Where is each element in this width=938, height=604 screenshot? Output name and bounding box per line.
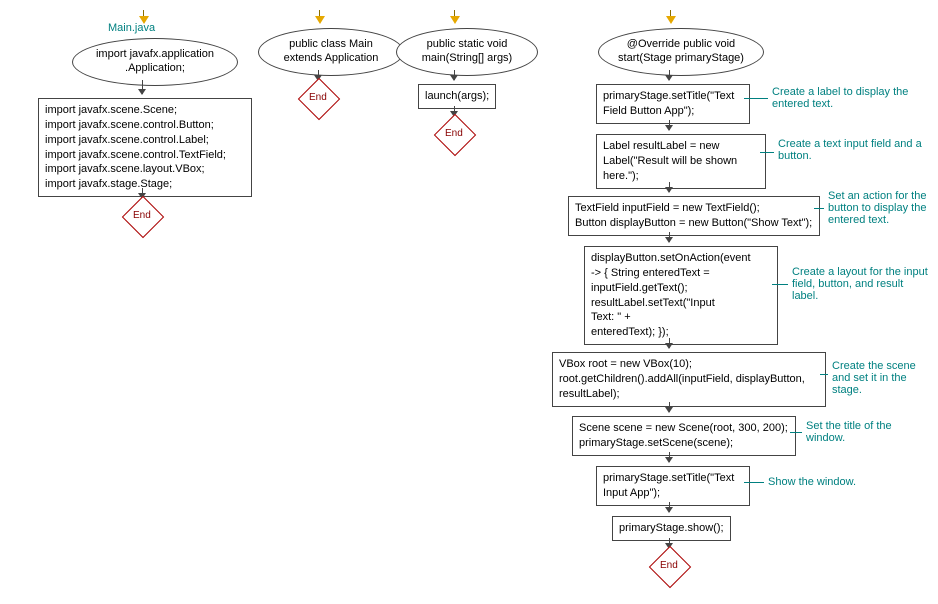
col4-step8: primaryStage.show(); [612,516,731,541]
step7-text: primaryStage.setTitle("Text Input App"); [603,472,734,499]
col4-step2: Label resultLabel = new Label("Result wi… [596,134,766,189]
step5-text: VBox root = new VBox(10); root.getChildr… [559,358,805,400]
arrow-down-icon [669,402,670,412]
col3-ellipse-text: public static void main(String[] args) [422,38,512,66]
annot-connector [820,374,828,376]
col1-title: Main.java [108,22,155,34]
col2-end: End [304,84,332,112]
start-arrow-icon [315,16,325,24]
annot6: Set the title of the window. [806,420,930,444]
annot7: Show the window. [768,476,856,488]
col1-imports-box: import javafx.scene.Scene; import javafx… [38,98,252,197]
col4-step4: displayButton.setOnAction(event -> { Str… [584,246,778,345]
annot-connector [814,208,824,210]
col4-step6: Scene scene = new Scene(root, 300, 200);… [572,416,796,456]
annot-connector [760,152,774,154]
annot2: Create a text input field and a button. [778,138,930,162]
col2-ellipse: public class Main extends Application [258,28,404,76]
col4-step7: primaryStage.setTitle("Text Input App"); [596,466,750,506]
annot4: Create a layout for the input field, but… [792,266,930,302]
arrow-down-icon [669,502,670,512]
start-arrow-icon [450,16,460,24]
col1-end: End [128,202,156,230]
annot-connector [790,432,802,434]
arrow-down-icon [142,80,143,94]
step1-text: primaryStage.setTitle("Text Field Button… [603,90,734,117]
col1-ellipse-text: import javafx.application .Application; [96,48,214,76]
arrow-down-icon [669,120,670,130]
col1-ellipse: import javafx.application .Application; [72,38,238,86]
step3-text: TextField inputField = new TextField(); … [575,202,812,229]
annot3: Set an action for the button to display … [828,190,930,226]
col3-end: End [440,120,468,148]
end-label: End [133,210,151,221]
step8-text: primaryStage.show(); [619,522,724,534]
annot-connector [744,482,764,484]
arrow-down-icon [669,70,670,80]
annot1: Create a label to display the entered te… [772,86,930,110]
col3-ellipse: public static void main(String[] args) [396,28,538,76]
end-label: End [445,128,463,139]
annot-connector [772,284,788,286]
col1-imports-text: import javafx.scene.Scene; import javafx… [45,104,226,190]
arrow-down-icon [669,182,670,192]
arrow-down-icon [454,70,455,80]
arrow-down-icon [669,452,670,462]
col4-step3: TextField inputField = new TextField(); … [568,196,820,236]
annot5: Create the scene and set it in the stage… [832,360,930,396]
arrow-down-icon [669,232,670,242]
col4-ellipse: @Override public void start(Stage primar… [598,28,764,76]
step6-text: Scene scene = new Scene(root, 300, 200);… [579,422,788,449]
col3-code-box: launch(args); [418,84,496,109]
flowchart-root: Main.java import javafx.application .App… [8,8,930,596]
col2-ellipse-text: public class Main extends Application [284,38,379,66]
arrow-down-icon [669,338,670,348]
end-label: End [660,560,678,571]
col3-code-text: launch(args); [425,90,489,102]
col4-end: End [655,552,683,580]
col4-ellipse-text: @Override public void start(Stage primar… [618,38,744,66]
step2-text: Label resultLabel = new Label("Result wi… [603,140,737,182]
start-arrow-icon [666,16,676,24]
annot-connector [744,98,768,100]
col4-step5: VBox root = new VBox(10); root.getChildr… [552,352,826,407]
col4-step1: primaryStage.setTitle("Text Field Button… [596,84,750,124]
end-label: End [309,92,327,103]
step4-text: displayButton.setOnAction(event -> { Str… [591,252,751,338]
